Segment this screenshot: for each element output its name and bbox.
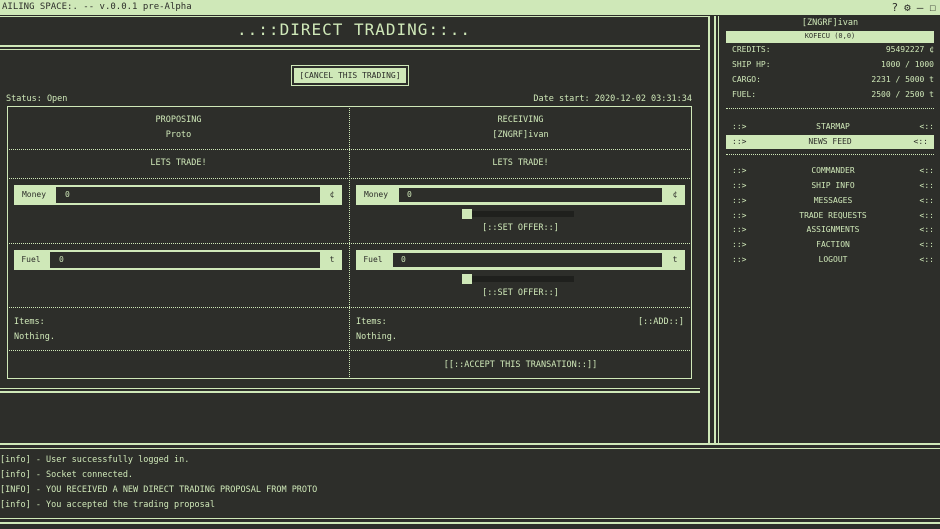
row-divider <box>7 243 692 244</box>
sidebar-item-commander[interactable]: ::> COMMANDER <:: <box>732 164 934 178</box>
proposing-items-value: Nothing. <box>14 332 55 342</box>
status-text: Status: Open <box>6 94 68 104</box>
stat-ship-hp: SHIP HP: 1000 / 1000 <box>732 60 934 69</box>
money-label: Money <box>363 190 389 199</box>
sidebar-divider <box>726 108 934 109</box>
frame-line <box>718 16 719 444</box>
log-line: [INFO] - YOU RECEIVED A NEW DIRECT TRADI… <box>0 485 318 495</box>
divider <box>0 448 940 449</box>
credit-unit: ¢ <box>672 190 678 199</box>
log-line: [info] - Socket connected. <box>0 470 134 480</box>
divider <box>0 522 940 524</box>
set-offer-money-button[interactable]: [::SET OFFER::] <box>350 223 691 233</box>
money-slider-handle[interactable] <box>462 209 472 219</box>
proposing-money-row: Money 0 ¢ <box>14 185 342 205</box>
money-slider-track[interactable] <box>465 211 574 217</box>
receiving-fuel-row: Fuel 0 t <box>356 250 685 270</box>
credit-unit: ¢ <box>329 190 335 199</box>
fuel-unit: t <box>329 255 335 264</box>
log-line: [info] - User successfully logged in. <box>0 455 190 465</box>
sidebar-item-assignments[interactable]: ::> ASSIGNMENTS <:: <box>732 223 934 237</box>
sidebar-item-ship-info[interactable]: ::> SHIP INFO <:: <box>732 179 934 193</box>
minimize-icon[interactable]: — <box>917 0 924 15</box>
receiving-money-row: Money 0 ¢ <box>356 185 685 205</box>
divider <box>0 443 940 445</box>
set-offer-fuel-button[interactable]: [::SET OFFER::] <box>350 288 691 298</box>
fuel-slider-track[interactable] <box>465 276 574 282</box>
stat-fuel: FUEL: 2500 / 2500 t <box>732 90 934 99</box>
stat-cargo: CARGO: 2231 / 5000 t <box>732 75 934 84</box>
proposing-label: PROPOSING <box>155 115 202 125</box>
receiving-items-label: Items: <box>356 317 387 327</box>
row-divider <box>7 178 692 179</box>
divider <box>0 388 700 389</box>
sidebar-item-trade-requests[interactable]: ::> TRADE REQUESTS <:: <box>732 209 934 223</box>
proposing-money-field: 0 <box>56 187 320 203</box>
fuel-label: Fuel <box>363 255 383 264</box>
row-divider <box>7 350 692 351</box>
cancel-trading-button[interactable]: [CANCEL THIS TRADING] <box>291 65 409 86</box>
app-title: AILING SPACE:. -- v.0.0.1 pre-Alpha <box>2 2 192 12</box>
receiving-money-input[interactable]: 0 <box>398 187 663 203</box>
proposing-fuel-row: Fuel 0 t <box>14 250 342 270</box>
window-controls: ? ⚙ — ☐ <box>892 0 937 15</box>
sidebar-item-messages[interactable]: ::> MESSAGES <:: <box>732 194 934 208</box>
divider <box>0 49 700 50</box>
stat-credits: CREDITS: 95492227 ¢ <box>732 45 934 54</box>
proposing-name: Proto <box>165 130 192 140</box>
sidebar-item-news-feed[interactable]: ::> NEWS FEED <:: <box>726 135 934 149</box>
frame-line <box>708 16 710 444</box>
gear-icon[interactable]: ⚙ <box>904 0 911 15</box>
receiving-label: RECEIVING <box>497 115 544 125</box>
proposing-items-label: Items: <box>14 317 45 327</box>
maximize-icon[interactable]: ☐ <box>929 0 936 15</box>
fuel-unit: t <box>672 255 678 264</box>
receiving-name: [ZNGRF]ivan <box>492 130 549 140</box>
divider <box>0 391 700 393</box>
frame-line <box>714 16 716 444</box>
receiving-message: LETS TRADE! <box>492 158 549 168</box>
receiving-items-value: Nothing. <box>356 332 397 342</box>
divider <box>0 518 940 519</box>
location-badge: KOFECU (0,0) <box>726 31 934 43</box>
money-label: Money <box>21 190 47 199</box>
divider <box>0 45 700 47</box>
sidebar-item-logout[interactable]: ::> LOGOUT <:: <box>732 253 934 267</box>
add-item-button[interactable]: [::ADD::] <box>638 317 684 327</box>
sidebar-divider <box>726 154 934 155</box>
fuel-label: Fuel <box>21 255 41 264</box>
fuel-slider-handle[interactable] <box>462 274 472 284</box>
receiving-fuel-input[interactable]: 0 <box>392 252 663 268</box>
sidebar-player-name: [ZNGRF]ivan <box>801 18 859 28</box>
proposing-fuel-field: 0 <box>50 252 320 268</box>
title-bar: AILING SPACE:. -- v.0.0.1 pre-Alpha <box>0 0 940 15</box>
row-divider <box>7 307 692 308</box>
proposing-message: LETS TRADE! <box>150 158 207 168</box>
sidebar-item-faction[interactable]: ::> FACTION <:: <box>732 238 934 252</box>
log-line: [info] - You accepted the trading propos… <box>0 500 215 510</box>
sidebar-item-starmap[interactable]: ::> STARMAP <:: <box>732 120 934 134</box>
date-start: Date start: 2020-12-02 03:31:34 <box>533 94 692 104</box>
help-icon[interactable]: ? <box>892 0 899 15</box>
row-divider <box>7 149 692 150</box>
accept-transaction-button[interactable]: [[::ACCEPT THIS TRANSATION::]] <box>350 360 691 370</box>
